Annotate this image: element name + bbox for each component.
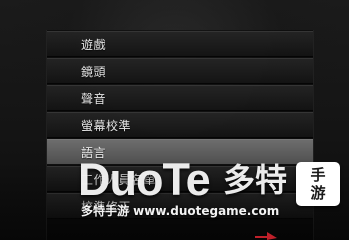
menu-item-screen-calibration[interactable]: 螢幕校準 — [47, 112, 313, 138]
menu-item-label: 聲音 — [81, 91, 107, 106]
menu-item-calibration-fix[interactable]: 校準修正 — [47, 193, 313, 219]
game-settings-screen: 遊戲 鏡頭 聲音 螢幕校準 語言 工作人員名單 校準修正 DuoTe 多特 手 … — [0, 0, 349, 240]
settings-menu-panel: 遊戲 鏡頭 聲音 螢幕校準 語言 工作人員名單 校準修正 — [46, 30, 314, 240]
menu-item-language[interactable]: 語言 — [47, 139, 313, 165]
menu-item-label: 螢幕校準 — [81, 118, 132, 133]
menu-item-label: 遊戲 — [81, 37, 107, 52]
menu-item-camera[interactable]: 鏡頭 — [47, 58, 313, 84]
red-arrow-icon — [255, 232, 277, 240]
menu-item-label: 鏡頭 — [81, 64, 107, 79]
menu-item-game[interactable]: 遊戲 — [47, 31, 313, 57]
menu-item-label: 校準修正 — [81, 199, 132, 214]
menu-item-credits[interactable]: 工作人員名單 — [47, 166, 313, 192]
menu-item-label: 語言 — [81, 145, 107, 160]
menu-item-sound[interactable]: 聲音 — [47, 85, 313, 111]
menu-item-label: 工作人員名單 — [81, 172, 157, 187]
